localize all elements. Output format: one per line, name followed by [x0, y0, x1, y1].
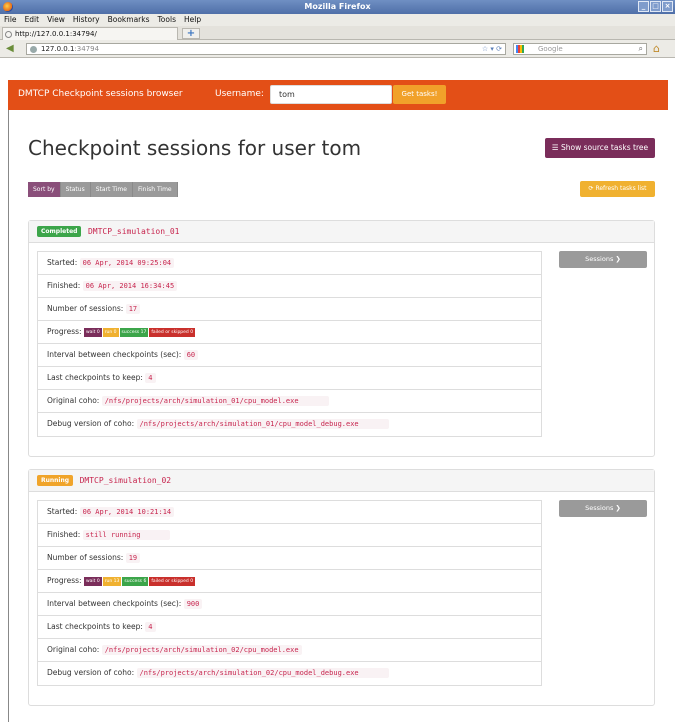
sessions-count-row: Number of sessions: 19	[38, 547, 541, 570]
window-titlebar: Mozilla Firefox _ □ ×	[0, 0, 675, 14]
task-panel: Running DMTCP_simulation_02 Started: 06 …	[28, 469, 655, 706]
browser-tab[interactable]: http://127.0.0.1:34794/	[2, 27, 178, 40]
task-panel-header: Running DMTCP_simulation_02	[29, 470, 654, 492]
maximize-button[interactable]: □	[650, 1, 661, 12]
started-value: 06 Apr, 2014 09:25:04	[79, 258, 175, 268]
username-label: Username:	[215, 89, 264, 99]
interval-value: 60	[183, 350, 199, 360]
menu-view[interactable]: View	[47, 14, 65, 26]
firefox-logo-icon	[3, 2, 13, 12]
refresh-tasks-button[interactable]: ⟳ Refresh tasks list	[580, 181, 655, 197]
search-placeholder: Google	[538, 45, 563, 53]
progress-success: success 6	[122, 576, 149, 586]
search-icon[interactable]: ⌕	[639, 44, 643, 54]
menu-file[interactable]: File	[4, 14, 17, 26]
progress-run: run 13	[102, 576, 122, 586]
app-brand[interactable]: DMTCP Checkpoint sessions browser	[18, 89, 183, 99]
sort-finish-time-button[interactable]: Finish Time	[132, 182, 178, 197]
started-row: Started: 06 Apr, 2014 10:21:14	[38, 501, 541, 524]
sort-start-time-button[interactable]: Start Time	[90, 182, 133, 197]
url-port: :34794	[74, 45, 100, 53]
refresh-tasks-label: Refresh tasks list	[595, 185, 647, 192]
started-value: 06 Apr, 2014 10:21:14	[79, 507, 175, 517]
finished-row: Finished: still running	[38, 524, 541, 547]
debug-coho-row: Debug version of coho: /nfs/projects/arc…	[38, 662, 541, 685]
tab-bar: http://127.0.0.1:34794/ +	[0, 26, 675, 40]
original-coho-row: Original coho: /nfs/projects/arch/simula…	[38, 639, 541, 662]
keep-value: 4	[145, 373, 156, 383]
menu-edit[interactable]: Edit	[25, 14, 40, 26]
progress-failed: failed or skipped 0	[149, 576, 196, 586]
menu-history[interactable]: History	[73, 14, 100, 26]
task-panel-header: Completed DMTCP_simulation_01	[29, 221, 654, 243]
close-button[interactable]: ×	[662, 1, 673, 12]
interval-row: Interval between checkpoints (sec): 60	[38, 344, 541, 367]
finished-value: 06 Apr, 2014 16:34:45	[82, 281, 178, 291]
url-input[interactable]: 127.0.0.1:34794 ☆ ▾ ⟳	[26, 43, 506, 55]
original-coho-value: /nfs/projects/arch/simulation_01/cpu_mod…	[101, 396, 329, 406]
task-details-list: Started: 06 Apr, 2014 10:21:14 Finished:…	[37, 500, 542, 686]
navigation-bar: ◀ 127.0.0.1:34794 ☆ ▾ ⟳ Google ⌕ ⌂	[0, 40, 675, 58]
show-source-tree-button[interactable]: ☰ Show source tasks tree	[545, 138, 655, 158]
get-tasks-button[interactable]: Get tasks!	[393, 85, 446, 104]
finished-row: Finished: 06 Apr, 2014 16:34:45	[38, 275, 541, 298]
task-panel: Completed DMTCP_simulation_01 Started: 0…	[28, 220, 655, 457]
refresh-icon: ⟳	[588, 185, 594, 192]
original-coho-row: Original coho: /nfs/projects/arch/simula…	[38, 390, 541, 413]
window-controls: _ □ ×	[638, 1, 673, 12]
progress-row: Progress: wait 0 run 13 success 6 failed or…	[38, 570, 541, 593]
sessions-button[interactable]: Sessions ❯	[559, 251, 647, 268]
sort-button-group: Sort by Status Start Time Finish Time	[28, 182, 178, 197]
sessions-count-value: 19	[125, 553, 141, 563]
debug-coho-value: /nfs/projects/arch/simulation_01/cpu_mod…	[136, 419, 389, 429]
progress-run: run 0	[102, 327, 119, 337]
top-navbar: DMTCP Checkpoint sessions browser Userna…	[8, 80, 668, 110]
status-badge: Completed	[37, 226, 82, 237]
menubar: File Edit View History Bookmarks Tools H…	[0, 14, 675, 26]
bookmark-star-icon[interactable]: ☆ ▾ ⟳	[482, 44, 502, 54]
new-tab-button[interactable]: +	[182, 28, 200, 39]
search-input[interactable]: Google ⌕	[513, 43, 647, 55]
menu-bookmarks[interactable]: Bookmarks	[108, 14, 150, 26]
keep-row: Last checkpoints to keep: 4	[38, 616, 541, 639]
username-input[interactable]: tom	[270, 85, 392, 104]
finished-value: still running	[82, 530, 171, 540]
sort-status-button[interactable]: Status	[60, 182, 91, 197]
menu-help[interactable]: Help	[184, 14, 201, 26]
home-icon[interactable]: ⌂	[653, 42, 660, 55]
page-icon	[5, 31, 12, 38]
keep-row: Last checkpoints to keep: 4	[38, 367, 541, 390]
interval-value: 900	[183, 599, 203, 609]
progress-wait: wait 0	[83, 576, 102, 586]
tab-title: http://127.0.0.1:34794/	[15, 30, 97, 38]
site-globe-icon	[30, 46, 37, 53]
debug-coho-value: /nfs/projects/arch/simulation_02/cpu_mod…	[136, 668, 389, 678]
url-host: 127.0.0.1	[41, 45, 75, 53]
progress-success: success 17	[119, 327, 149, 337]
progress-failed: failed or skipped 0	[149, 327, 196, 337]
show-source-tree-label: Show source tasks tree	[561, 143, 649, 152]
menu-tools[interactable]: Tools	[158, 14, 176, 26]
sort-by-label: Sort by	[28, 182, 61, 197]
status-badge: Running	[37, 475, 74, 486]
window-title: Mozilla Firefox	[304, 2, 371, 11]
sessions-count-row: Number of sessions: 17	[38, 298, 541, 321]
sessions-count-value: 17	[125, 304, 141, 314]
sessions-button[interactable]: Sessions ❯	[559, 500, 647, 517]
interval-row: Interval between checkpoints (sec): 900	[38, 593, 541, 616]
page-title: Checkpoint sessions for user tom	[28, 136, 362, 160]
list-icon: ☰	[551, 143, 559, 152]
debug-coho-row: Debug version of coho: /nfs/projects/arc…	[38, 413, 541, 436]
task-details-list: Started: 06 Apr, 2014 09:25:04 Finished:…	[37, 251, 542, 437]
keep-value: 4	[145, 622, 156, 632]
started-row: Started: 06 Apr, 2014 09:25:04	[38, 252, 541, 275]
progress-row: Progress: wait 0 run 0 success 17 failed or…	[38, 321, 541, 344]
google-logo-icon	[516, 45, 524, 53]
minimize-button[interactable]: _	[638, 1, 649, 12]
task-name: DMTCP_simulation_01	[87, 227, 180, 236]
original-coho-value: /nfs/projects/arch/simulation_02/cpu_mod…	[101, 645, 302, 655]
progress-wait: wait 0	[83, 327, 102, 337]
task-name: DMTCP_simulation_02	[79, 476, 172, 485]
back-arrow-icon[interactable]: ◀	[6, 44, 22, 54]
